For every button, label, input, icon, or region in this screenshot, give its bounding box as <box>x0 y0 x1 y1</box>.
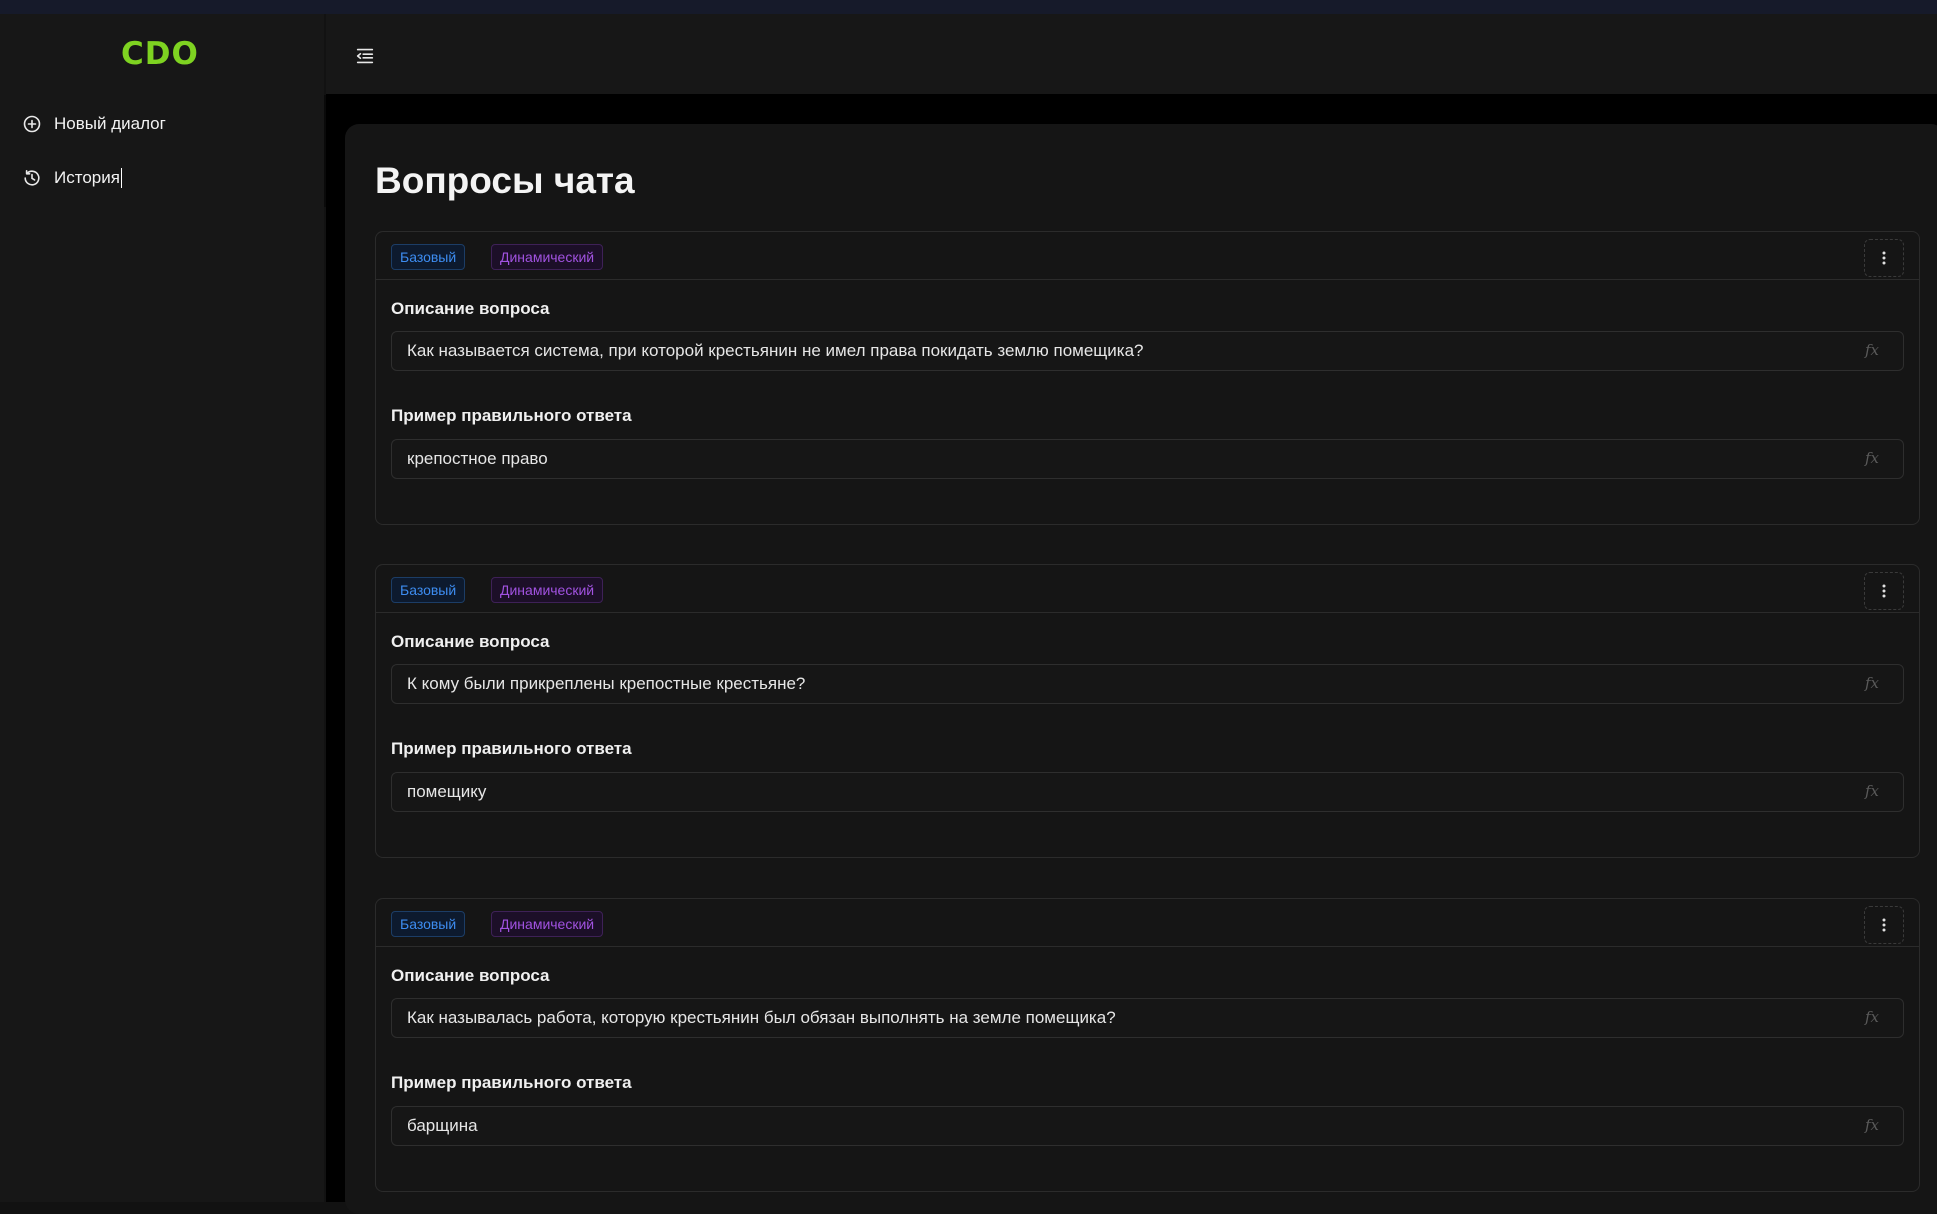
fx-icon[interactable]: fx <box>1865 674 1879 692</box>
more-options-button[interactable] <box>1864 906 1904 944</box>
answer-value: барщина <box>407 1116 478 1135</box>
top-strip <box>0 0 1937 14</box>
tag-base: Базовый <box>391 577 466 603</box>
page-title: Вопросы чата <box>375 160 635 201</box>
fx-icon[interactable]: fx <box>1865 1008 1879 1026</box>
sidebar-item-new-dialog[interactable]: Новый диалог <box>22 109 166 139</box>
description-label: Описание вопроса <box>391 299 550 318</box>
description-field[interactable]: К кому были прикреплены крепостные крест… <box>391 664 1904 704</box>
kebab-icon <box>1882 918 1886 932</box>
question-card: Базовый Динамический Описание вопроса К … <box>375 564 1920 858</box>
sidebar-item-label: Новый диалог <box>54 114 166 133</box>
tag-base: Базовый <box>391 911 466 937</box>
answer-label: Пример правильного ответа <box>391 739 632 758</box>
card-header: Базовый Динамический <box>376 565 1919 613</box>
more-options-button[interactable] <box>1864 239 1904 277</box>
fx-icon[interactable]: fx <box>1865 341 1879 359</box>
description-value: Как называлась работа, которую крестьяни… <box>407 1008 1116 1027</box>
fx-icon[interactable]: fx <box>1865 782 1879 800</box>
description-field[interactable]: Как называется система, при которой крес… <box>391 331 1904 371</box>
menu-toggle-button[interactable] <box>352 44 378 68</box>
description-value: Как называется система, при которой крес… <box>407 341 1144 360</box>
description-value: К кому были прикреплены крепостные крест… <box>407 674 806 693</box>
description-field[interactable]: Как называлась работа, которую крестьяни… <box>391 998 1904 1038</box>
history-icon <box>22 168 42 188</box>
kebab-icon <box>1882 251 1886 265</box>
card-header: Базовый Динамический <box>376 232 1919 280</box>
sidebar-item-history[interactable]: История <box>22 163 122 193</box>
tag-base: Базовый <box>391 244 466 270</box>
tag-dynamic: Динамический <box>491 577 604 603</box>
answer-field[interactable]: помещику fx <box>391 772 1904 812</box>
answer-field[interactable]: барщина fx <box>391 1106 1904 1146</box>
kebab-icon <box>1882 584 1886 598</box>
header <box>326 14 1937 94</box>
sidebar-item-label: История <box>54 168 120 187</box>
menu-collapse-icon <box>356 48 374 64</box>
answer-field[interactable]: крепостное право fx <box>391 439 1904 479</box>
fx-icon[interactable]: fx <box>1865 1116 1879 1134</box>
answer-label: Пример правильного ответа <box>391 406 632 425</box>
more-options-button[interactable] <box>1864 572 1904 610</box>
description-label: Описание вопроса <box>391 632 550 651</box>
card-header: Базовый Динамический <box>376 899 1919 947</box>
text-caret <box>120 168 122 188</box>
answer-value: помещику <box>407 782 487 801</box>
answer-label: Пример правильного ответа <box>391 1073 632 1092</box>
logo[interactable]: CDO <box>121 36 199 72</box>
tag-dynamic: Динамический <box>491 911 604 937</box>
answer-value: крепостное право <box>407 449 548 468</box>
tag-dynamic: Динамический <box>491 244 604 270</box>
plus-circle-icon <box>22 114 42 134</box>
question-card: Базовый Динамический Описание вопроса Ка… <box>375 231 1920 525</box>
description-label: Описание вопроса <box>391 966 550 985</box>
fx-icon[interactable]: fx <box>1865 449 1879 467</box>
question-card: Базовый Динамический Описание вопроса Ка… <box>375 898 1920 1192</box>
